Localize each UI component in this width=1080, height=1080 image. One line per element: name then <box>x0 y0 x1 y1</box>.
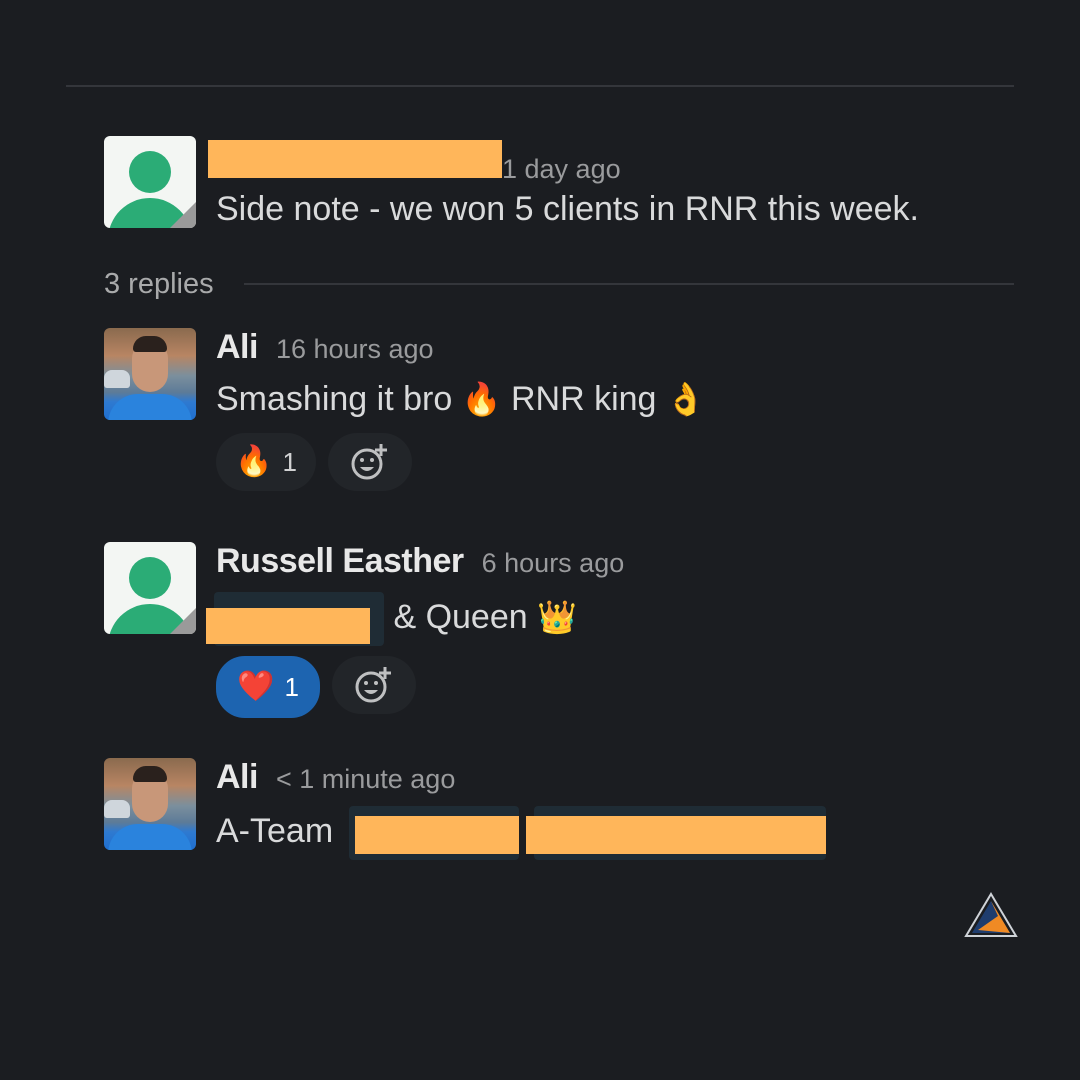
message-text-part: Smashing it bro <box>216 380 453 418</box>
add-reaction-icon <box>355 667 391 703</box>
message-content: Ali 16 hours ago Smashing it bro 🔥 RNR k… <box>216 328 1016 491</box>
redacted-mention <box>206 608 370 644</box>
message-content: Russell Easther 6 hours ago & Queen 👑 ❤️… <box>206 542 1016 718</box>
message-content: 1 day ago Side note - we won 5 clients i… <box>208 136 1016 229</box>
triangle-logo-icon <box>964 892 1018 937</box>
message-text-part: A-Team <box>216 811 334 850</box>
author-name[interactable]: Ali <box>216 328 258 367</box>
avatar-head-shape <box>129 557 171 599</box>
user-mention[interactable] <box>526 806 827 860</box>
message-timestamp[interactable]: < 1 minute ago <box>276 764 455 795</box>
avatar-head-shape <box>129 151 171 193</box>
message-text: Smashing it bro 🔥 RNR king 👌 <box>216 380 1016 419</box>
user-avatar-photo[interactable] <box>104 758 196 850</box>
reactions-bar: 🔥 1 <box>216 433 1016 491</box>
message-timestamp[interactable]: 16 hours ago <box>276 334 434 365</box>
message-meta: Russell Easther 6 hours ago <box>216 542 1016 588</box>
avatar-shirt <box>108 824 192 850</box>
default-avatar[interactable] <box>104 136 196 228</box>
replies-count: 3 replies <box>104 267 214 300</box>
message-meta: Ali < 1 minute ago <box>216 758 1016 804</box>
replies-divider-line <box>243 283 1014 285</box>
message-timestamp[interactable]: 6 hours ago <box>482 548 625 579</box>
message-meta: 1 day ago <box>208 136 1016 184</box>
message-text: Side note - we won 5 clients in RNR this… <box>216 190 919 228</box>
reaction-heart-button[interactable]: ❤️ 1 <box>216 656 320 718</box>
avatar-shirt <box>108 394 192 420</box>
message-content: Ali < 1 minute ago A-Team <box>216 758 1016 860</box>
ok-hand-emoji: 👌 <box>665 381 706 417</box>
author-name[interactable]: Russell Easther <box>216 542 464 581</box>
fire-emoji: 🔥 <box>461 381 502 417</box>
message-text-part: RNR king <box>510 380 657 418</box>
add-reaction-icon <box>351 444 387 480</box>
user-mention[interactable] <box>348 806 519 860</box>
message-text: & Queen 👑 <box>206 592 1016 646</box>
avatar-hair <box>133 336 167 352</box>
thread-top-divider <box>66 85 1014 87</box>
redacted-mention <box>526 816 827 854</box>
redacted-mention <box>354 816 519 854</box>
reaction-fire-button[interactable]: 🔥 1 <box>216 433 316 491</box>
reactions-bar: ❤️ 1 <box>216 656 1016 718</box>
message-timestamp[interactable]: 1 day ago <box>502 154 621 185</box>
reaction-count: 1 <box>282 446 297 477</box>
redacted-author-name <box>208 140 502 178</box>
avatar-corner-shape <box>170 202 196 228</box>
user-avatar-photo[interactable] <box>104 328 196 420</box>
message-text: A-Team <box>216 806 1016 860</box>
avatar-corner-shape <box>170 608 196 634</box>
reaction-count: 1 <box>284 671 299 702</box>
default-avatar[interactable] <box>104 542 196 634</box>
avatar-hair <box>133 766 167 782</box>
fire-emoji: 🔥 <box>235 445 273 478</box>
crown-emoji: 👑 <box>537 598 577 635</box>
add-reaction-button[interactable] <box>328 433 412 491</box>
heart-emoji: ❤️ <box>237 670 275 703</box>
message-meta: Ali 16 hours ago <box>216 328 1016 374</box>
message-text-part: & Queen <box>393 597 528 636</box>
replies-separator: 3 replies <box>104 264 1014 304</box>
avatar-background-car <box>104 370 130 388</box>
author-name[interactable]: Ali <box>216 758 258 797</box>
add-reaction-button[interactable] <box>332 656 416 714</box>
user-mention[interactable] <box>206 592 384 646</box>
avatar-background-car <box>104 800 130 818</box>
